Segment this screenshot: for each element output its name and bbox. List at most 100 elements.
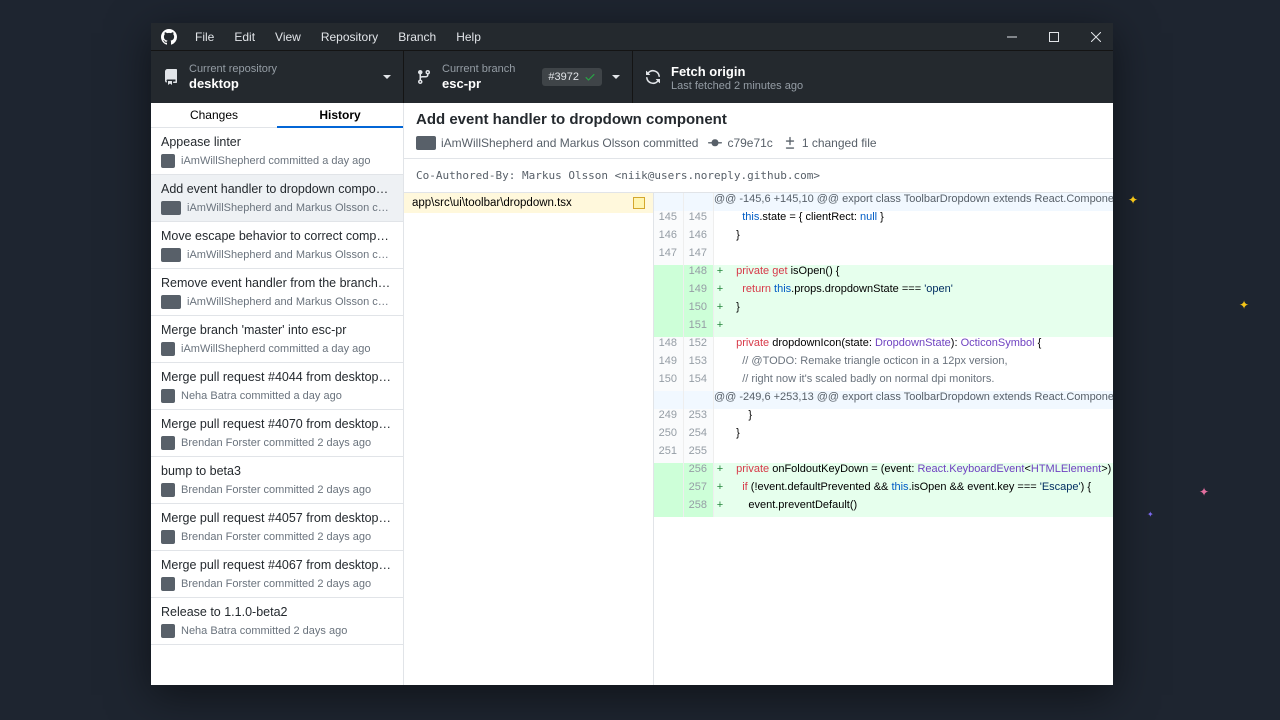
commit-item-title: Merge pull request #4057 from desktop/… <box>161 511 393 525</box>
avatar <box>416 136 436 150</box>
branch-icon <box>416 69 432 85</box>
tab-history[interactable]: History <box>277 103 403 128</box>
diff-line: 146146 } <box>654 229 1113 247</box>
commit-item-by: iAmWillShepherd and Markus Olsson co… <box>187 296 393 308</box>
repo-icon <box>163 69 179 85</box>
commit-author: iAmWillShepherd and Markus Olsson commit… <box>441 136 698 150</box>
file-path: app\src\ui\toolbar\dropdown.tsx <box>412 197 572 209</box>
file-list: app\src\ui\toolbar\dropdown.tsx <box>404 193 654 685</box>
check-icon <box>584 71 596 83</box>
avatar <box>161 624 175 638</box>
commit-item[interactable]: bump to beta3 Brendan Forster committed … <box>151 457 403 504</box>
diff-line: 145145 this.state = { clientRect: null } <box>654 211 1113 229</box>
commit-icon <box>708 136 722 150</box>
commit-header: Add event handler to dropdown component … <box>404 103 1113 159</box>
commit-item-title: Merge pull request #4067 from desktop/… <box>161 558 393 572</box>
main-panel: Add event handler to dropdown component … <box>404 103 1113 685</box>
commit-sha[interactable]: c79e71c <box>727 136 772 150</box>
commit-item-by: iAmWillShepherd and Markus Olsson co… <box>187 249 393 261</box>
fetch-sub: Last fetched 2 minutes ago <box>671 80 1101 92</box>
diff-line: @@ -145,6 +145,10 @@ export class Toolba… <box>654 193 1113 211</box>
commit-item[interactable]: Merge pull request #4070 from desktop/… … <box>151 410 403 457</box>
commit-item[interactable]: Appease linter iAmWillShepherd committed… <box>151 128 403 175</box>
modified-icon <box>633 197 645 209</box>
diff-line: 150+ } <box>654 301 1113 319</box>
branch-selector[interactable]: Current branch esc-pr #3972 <box>404 51 633 103</box>
menu-repository[interactable]: Repository <box>321 30 378 44</box>
chevron-down-icon <box>612 73 620 81</box>
commit-item[interactable]: Release to 1.1.0-beta2 Neha Batra commit… <box>151 598 403 645</box>
pr-badge: #3972 <box>542 68 602 86</box>
commit-item-by: Neha Batra committed 2 days ago <box>181 625 347 637</box>
commit-item-by: Brendan Forster committed 2 days ago <box>181 437 371 449</box>
diff-line: 251255 <box>654 445 1113 463</box>
menu-branch[interactable]: Branch <box>398 30 436 44</box>
menu-bar: File Edit View Repository Branch Help <box>195 30 481 44</box>
diff-line: 148+ private get isOpen() { <box>654 265 1113 283</box>
commit-item[interactable]: Add event handler to dropdown compon… iA… <box>151 175 403 222</box>
avatar <box>161 201 181 215</box>
menu-edit[interactable]: Edit <box>234 30 255 44</box>
minimize-button[interactable] <box>1005 30 1019 44</box>
commit-item[interactable]: Merge branch 'master' into esc-pr iAmWil… <box>151 316 403 363</box>
repo-selector[interactable]: Current repository desktop <box>151 51 404 103</box>
commit-item-by: Brendan Forster committed 2 days ago <box>181 531 371 543</box>
menu-file[interactable]: File <box>195 30 214 44</box>
diff-line: 149+ return this.props.dropdownState ===… <box>654 283 1113 301</box>
commit-item-title: Merge pull request #4070 from desktop/… <box>161 417 393 431</box>
commit-item[interactable]: Merge pull request #4057 from desktop/… … <box>151 504 403 551</box>
changed-files[interactable]: 1 changed file <box>802 136 877 150</box>
diff-line: 148152 private dropdownIcon(state: Dropd… <box>654 337 1113 355</box>
commit-item-title: Merge pull request #4044 from desktop/… <box>161 370 393 384</box>
branch-label: Current branch <box>442 63 542 75</box>
avatar <box>161 483 175 497</box>
maximize-button[interactable] <box>1047 30 1061 44</box>
avatar <box>161 436 175 450</box>
menu-help[interactable]: Help <box>456 30 481 44</box>
diff-view[interactable]: @@ -145,6 +145,10 @@ export class Toolba… <box>654 193 1113 685</box>
commit-item[interactable]: Merge pull request #4044 from desktop/… … <box>151 363 403 410</box>
window-controls <box>1005 30 1103 44</box>
commit-item-title: Release to 1.1.0-beta2 <box>161 605 393 619</box>
content: Changes History Appease linter iAmWillSh… <box>151 103 1113 685</box>
commit-list[interactable]: Appease linter iAmWillShepherd committed… <box>151 128 403 685</box>
diff-area: app\src\ui\toolbar\dropdown.tsx @@ -145,… <box>404 193 1113 685</box>
diff-line: @@ -249,6 +253,13 @@ export class Toolba… <box>654 391 1113 409</box>
app-window: File Edit View Repository Branch Help Current… <box>151 23 1113 685</box>
diff-icon <box>783 136 797 150</box>
diff-line: 256+ private onFoldoutKeyDown = (event: … <box>654 463 1113 481</box>
commit-meta: iAmWillShepherd and Markus Olsson commit… <box>416 136 1101 150</box>
avatar <box>161 154 175 168</box>
commit-item[interactable]: Move escape behavior to correct compo… i… <box>151 222 403 269</box>
commit-item-title: Add event handler to dropdown compon… <box>161 182 393 196</box>
diff-line: 150154 // right now it's scaled badly on… <box>654 373 1113 391</box>
commit-item-title: Move escape behavior to correct compo… <box>161 229 393 243</box>
github-logo-icon <box>161 29 177 45</box>
fetch-label: Fetch origin <box>671 64 1101 79</box>
commit-item-title: Appease linter <box>161 135 393 149</box>
diff-line: 257+ if (!event.defaultPrevented && this… <box>654 481 1113 499</box>
sidebar-tabs: Changes History <box>151 103 403 128</box>
commit-item[interactable]: Merge pull request #4067 from desktop/… … <box>151 551 403 598</box>
diff-line: 147147 <box>654 247 1113 265</box>
commit-item[interactable]: Remove event handler from the branches..… <box>151 269 403 316</box>
commit-item-by: iAmWillShepherd committed a day ago <box>181 155 371 167</box>
commit-item-by: Brendan Forster committed 2 days ago <box>181 578 371 590</box>
fetch-button[interactable]: Fetch origin Last fetched 2 minutes ago <box>633 51 1113 103</box>
commit-item-by: Neha Batra committed a day ago <box>181 390 342 402</box>
commit-body: Co-Authored-By: Markus Olsson <niik@user… <box>404 159 1113 193</box>
avatar <box>161 530 175 544</box>
avatar <box>161 295 181 309</box>
repo-value: desktop <box>189 76 383 91</box>
sidebar: Changes History Appease linter iAmWillSh… <box>151 103 404 685</box>
sync-icon <box>645 69 661 85</box>
tab-changes[interactable]: Changes <box>151 103 277 128</box>
toolbar: Current repository desktop Current branc… <box>151 50 1113 103</box>
commit-item-by: Brendan Forster committed 2 days ago <box>181 484 371 496</box>
file-item[interactable]: app\src\ui\toolbar\dropdown.tsx <box>404 193 653 213</box>
close-button[interactable] <box>1089 30 1103 44</box>
menu-view[interactable]: View <box>275 30 301 44</box>
diff-line: 258+ event.preventDefault() <box>654 499 1113 517</box>
avatar <box>161 248 181 262</box>
diff-line: 151+ <box>654 319 1113 337</box>
